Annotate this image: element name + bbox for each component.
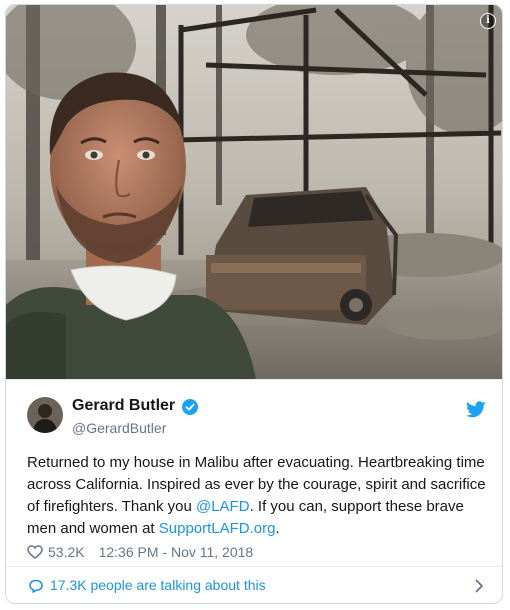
- avatar[interactable]: [27, 397, 63, 433]
- speech-bubble-icon: [29, 579, 43, 593]
- fire-scene-photo: [6, 5, 502, 379]
- verified-badge-icon: [182, 399, 198, 415]
- tweet-text: Returned to my house in Malibu after eva…: [27, 452, 487, 540]
- author-name[interactable]: Gerard Butler: [72, 397, 175, 415]
- mention-link[interactable]: @LAFD: [196, 498, 250, 515]
- info-icon[interactable]: i: [480, 13, 496, 29]
- like-count[interactable]: 53.2K: [48, 544, 85, 560]
- twitter-bird-icon[interactable]: [466, 401, 486, 418]
- tweet-card: i Gerard Butler @GerardButler Returned t…: [5, 4, 503, 604]
- tweet-body: Gerard Butler @GerardButler Returned to …: [6, 379, 502, 566]
- heart-icon[interactable]: [27, 545, 43, 559]
- tweet-text-part3: .: [275, 520, 280, 537]
- author-handle[interactable]: @GerardButler: [72, 420, 166, 436]
- conversation-footer[interactable]: 17.3K people are talking about this: [6, 566, 502, 603]
- url-link[interactable]: SupportLAFD.org: [159, 520, 276, 537]
- tweet-photo[interactable]: i: [6, 5, 502, 379]
- chevron-right-icon[interactable]: [475, 579, 484, 593]
- talking-about-link[interactable]: 17.3K people are talking about this: [50, 577, 266, 593]
- tweet-timestamp[interactable]: 12:36 PM - Nov 11, 2018: [99, 544, 254, 560]
- tweet-meta: 53.2K 12:36 PM - Nov 11, 2018: [27, 543, 253, 561]
